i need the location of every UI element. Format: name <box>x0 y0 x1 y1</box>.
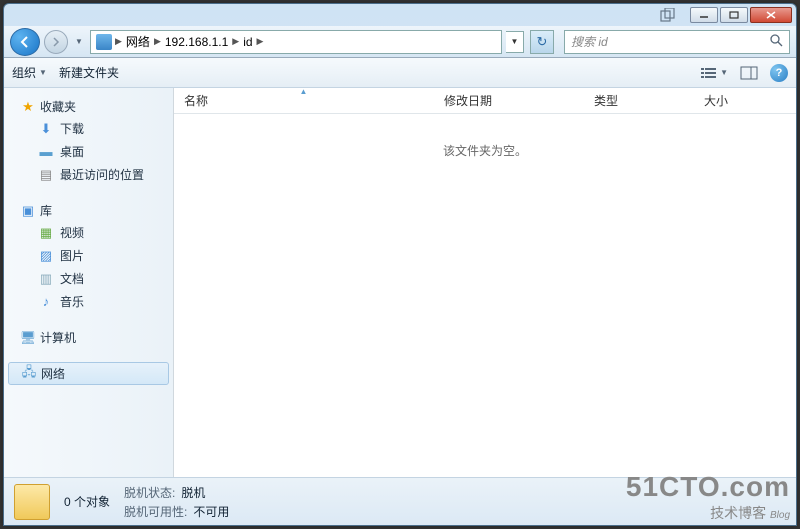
explorer-window: ▼ ▶ 网络 ▶ 192.168.1.1 ▶ id ▶ ▼ ↻ 搜索 id 组织… <box>3 3 797 526</box>
organize-menu[interactable]: 组织▼ <box>12 64 47 81</box>
chevron-right-icon[interactable]: ▶ <box>257 36 264 47</box>
star-icon: ★ <box>20 99 36 115</box>
back-button[interactable] <box>10 28 40 56</box>
sidebar-pictures[interactable]: ▨图片 <box>4 244 173 267</box>
address-bar[interactable]: ▶ 网络 ▶ 192.168.1.1 ▶ id ▶ <box>90 30 502 54</box>
view-options[interactable]: ▼ <box>700 66 728 80</box>
offline-avail-label: 脱机可用性: <box>124 503 187 520</box>
search-input[interactable]: 搜索 id <box>564 30 790 54</box>
sidebar-network[interactable]: 🖧网络 <box>8 362 169 385</box>
nav-bar: ▼ ▶ 网络 ▶ 192.168.1.1 ▶ id ▶ ▼ ↻ 搜索 id <box>4 26 796 58</box>
folder-large-icon <box>14 484 50 520</box>
empty-message: 该文件夹为空。 <box>174 114 796 477</box>
computer-icon: 🖥 <box>20 330 36 346</box>
sidebar: ★收藏夹 ⬇下载 ▬桌面 ▤最近访问的位置 ▣库 ▦视频 ▨图片 ▥文档 ♪音乐… <box>4 88 174 477</box>
chevron-right-icon[interactable]: ▶ <box>115 36 122 47</box>
search-placeholder: 搜索 id <box>571 33 608 50</box>
breadcrumb-segment[interactable]: 网络 <box>122 33 154 50</box>
offline-status-value: 脱机 <box>181 484 205 501</box>
location-icon <box>96 34 112 50</box>
new-folder-button[interactable]: 新建文件夹 <box>59 64 119 81</box>
network-icon: 🖧 <box>21 366 37 382</box>
sidebar-recent[interactable]: ▤最近访问的位置 <box>4 163 173 186</box>
offline-avail-value: 不可用 <box>193 503 229 520</box>
refresh-button[interactable]: ↻ <box>530 30 554 54</box>
chevron-right-icon[interactable]: ▶ <box>154 36 161 47</box>
sidebar-favorites[interactable]: ★收藏夹 <box>4 96 173 117</box>
picture-icon: ▨ <box>38 248 54 264</box>
chevron-down-icon: ▼ <box>39 68 47 77</box>
breadcrumb-segment[interactable]: id <box>239 35 256 49</box>
minimize-button[interactable] <box>690 7 718 23</box>
col-modified[interactable]: 修改日期 <box>434 88 584 113</box>
preview-pane-button[interactable] <box>738 63 760 83</box>
sidebar-documents[interactable]: ▥文档 <box>4 267 173 290</box>
sidebar-video[interactable]: ▦视频 <box>4 221 173 244</box>
download-icon: ⬇ <box>38 121 54 137</box>
document-icon: ▥ <box>38 271 54 287</box>
recent-icon: ▤ <box>38 167 54 183</box>
copy-icon[interactable] <box>656 7 680 23</box>
sidebar-library[interactable]: ▣库 <box>4 200 173 221</box>
search-icon[interactable] <box>769 33 783 50</box>
music-icon: ♪ <box>38 294 54 310</box>
offline-status-label: 脱机状态: <box>124 484 175 501</box>
toolbar: 组织▼ 新建文件夹 ▼ ? <box>4 58 796 88</box>
chevron-right-icon[interactable]: ▶ <box>232 36 239 47</box>
address-dropdown[interactable]: ▼ <box>506 31 524 53</box>
desktop-icon: ▬ <box>38 144 54 160</box>
sidebar-desktop[interactable]: ▬桌面 <box>4 140 173 163</box>
titlebar <box>4 4 796 26</box>
col-name[interactable]: 名称▲ <box>174 88 434 113</box>
col-size[interactable]: 大小 <box>694 88 796 113</box>
object-count: 0 个对象 <box>64 493 110 510</box>
forward-button[interactable] <box>44 30 68 54</box>
sidebar-downloads[interactable]: ⬇下载 <box>4 117 173 140</box>
body: ★收藏夹 ⬇下载 ▬桌面 ▤最近访问的位置 ▣库 ▦视频 ▨图片 ▥文档 ♪音乐… <box>4 88 796 477</box>
column-headers: 名称▲ 修改日期 类型 大小 <box>174 88 796 114</box>
status-bar: 0 个对象 脱机状态: 脱机 脱机可用性: 不可用 <box>4 477 796 525</box>
sort-indicator-icon: ▲ <box>300 88 308 96</box>
history-dropdown[interactable]: ▼ <box>72 32 86 52</box>
sidebar-music[interactable]: ♪音乐 <box>4 290 173 313</box>
close-button[interactable] <box>750 7 792 23</box>
maximize-button[interactable] <box>720 7 748 23</box>
col-type[interactable]: 类型 <box>584 88 694 113</box>
chevron-down-icon: ▼ <box>720 68 728 77</box>
video-icon: ▦ <box>38 225 54 241</box>
breadcrumb-segment[interactable]: 192.168.1.1 <box>161 35 232 49</box>
help-button[interactable]: ? <box>770 64 788 82</box>
library-icon: ▣ <box>20 203 36 219</box>
sidebar-computer[interactable]: 🖥计算机 <box>4 327 173 348</box>
content-area: 名称▲ 修改日期 类型 大小 该文件夹为空。 <box>174 88 796 477</box>
